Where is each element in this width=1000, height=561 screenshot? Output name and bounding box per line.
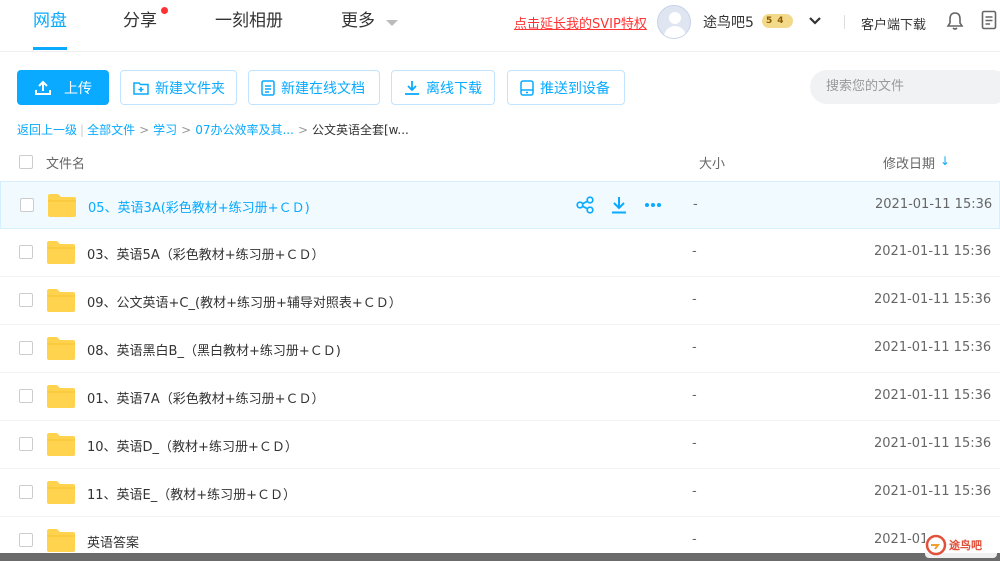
back-link[interactable]: 返回上一级 <box>17 123 77 137</box>
level-badge: 54 <box>762 14 793 28</box>
file-name[interactable]: 09、公文英语+C_(教材+练习册+辅导对照表+ＣＤ） <box>87 292 402 311</box>
file-size: - <box>692 340 697 355</box>
top-navigation: 网盘 分享 一刻相册 更多 点击延长我的SVIP特权 途鸟吧5 54 客户端下载 <box>0 0 1000 52</box>
folder-icon <box>47 433 75 456</box>
push-to-device-button[interactable]: 推送到设备 <box>507 70 625 105</box>
column-name[interactable]: 文件名 <box>46 153 85 172</box>
new-folder-button[interactable]: 新建文件夹 <box>120 70 237 105</box>
folder-icon <box>47 289 75 312</box>
row-checkbox[interactable] <box>19 389 33 403</box>
file-size: - <box>692 292 697 307</box>
file-name[interactable]: 11、英语E_（教材+练习册+ＣＤ） <box>87 484 296 503</box>
file-modified: 2021-01-11 15:36 <box>874 340 992 355</box>
new-doc-icon <box>261 79 275 96</box>
file-modified: 2021-01-11 15:36 <box>874 244 992 259</box>
watermark-text: 途鸟吧 <box>949 539 982 552</box>
user-menu-chevron-icon[interactable] <box>808 14 822 30</box>
new-folder-label: 新建文件夹 <box>155 80 225 97</box>
folder-icon <box>47 337 75 360</box>
avatar[interactable] <box>657 5 691 39</box>
row-checkbox[interactable] <box>20 198 34 212</box>
table-row[interactable]: 10、英语D_（教材+练习册+ＣＤ） - 2021-01-11 15:36 <box>0 421 1000 469</box>
row-checkbox[interactable] <box>19 245 33 259</box>
table-row[interactable]: 11、英语E_（教材+练习册+ＣＤ） - 2021-01-11 15:36 <box>0 469 1000 517</box>
horizontal-scrollbar[interactable] <box>0 553 1000 561</box>
file-size: - <box>693 197 698 212</box>
folder-icon <box>47 481 75 504</box>
breadcrumb-item[interactable]: 07办公效率及其... <box>195 123 294 137</box>
notification-dot <box>161 7 168 14</box>
new-folder-icon <box>133 81 149 95</box>
device-icon <box>520 79 534 96</box>
username[interactable]: 途鸟吧5 <box>703 12 754 32</box>
folder-icon <box>48 194 76 217</box>
file-name[interactable]: 英语答案 <box>87 532 139 551</box>
client-download-link[interactable]: 客户端下载 <box>861 14 926 33</box>
breadcrumb-item[interactable]: 学习 <box>153 123 177 137</box>
file-modified: 2021-01-11 15:36 <box>874 292 992 307</box>
table-header: 文件名 大小 修改日期 ↓ <box>0 145 1000 180</box>
table-row[interactable]: 08、英语黑白B_（黑白教材+练习册+ＣＤ) - 2021-01-11 15:3… <box>0 325 1000 373</box>
row-checkbox[interactable] <box>19 485 33 499</box>
column-size[interactable]: 大小 <box>699 153 725 172</box>
file-size: - <box>692 532 697 547</box>
table-row[interactable]: 03、英语5A（彩色教材+练习册+ＣＤ） - 2021-01-11 15:36 <box>0 229 1000 277</box>
document-icon[interactable] <box>981 10 997 30</box>
new-online-doc-label: 新建在线文档 <box>281 80 365 97</box>
bell-icon[interactable] <box>946 11 964 31</box>
file-name[interactable]: 10、英语D_（教材+练习册+ＣＤ） <box>87 436 298 455</box>
upload-icon <box>35 80 51 95</box>
watermark: 途鸟吧 <box>925 532 997 558</box>
divider <box>844 15 845 29</box>
file-size: - <box>692 484 697 499</box>
table-row[interactable]: 09、公文英语+C_(教材+练习册+辅导对照表+ＣＤ） - 2021-01-11… <box>0 277 1000 325</box>
select-all-checkbox[interactable] <box>19 155 33 169</box>
file-modified: 2021-01-11 15:36 <box>875 197 993 212</box>
new-online-doc-button[interactable]: 新建在线文档 <box>248 70 380 105</box>
folder-icon <box>47 529 75 552</box>
breadcrumb-item[interactable]: 全部文件 <box>87 123 135 137</box>
file-name[interactable]: 08、英语黑白B_（黑白教材+练习册+ＣＤ) <box>87 340 341 359</box>
breadcrumb: 返回上一级 | 全部文件 > 学习 >07办公效率及其... > 公文英语全套[w... <box>17 123 409 137</box>
sort-down-icon[interactable]: ↓ <box>940 154 950 168</box>
file-name[interactable]: 05、英语3A(彩色教材+练习册+ＣＤ) <box>88 197 310 216</box>
offline-download-label: 离线下载 <box>426 80 482 97</box>
tab-album[interactable]: 一刻相册 <box>215 10 283 32</box>
table-row[interactable]: 05、英语3A(彩色教材+练习册+ＣＤ) - 2021-01-11 15:36 <box>0 181 1000 229</box>
more-options-icon[interactable] <box>643 195 663 215</box>
download-icon[interactable] <box>609 195 629 215</box>
folder-icon <box>47 385 75 408</box>
row-checkbox[interactable] <box>19 341 33 355</box>
share-icon[interactable] <box>575 195 595 215</box>
file-size: - <box>692 244 697 259</box>
upload-label: 上传 <box>64 80 92 97</box>
tab-more[interactable]: 更多 <box>341 10 375 32</box>
file-name[interactable]: 03、英语5A（彩色教材+练习册+ＣＤ） <box>87 244 325 263</box>
chevron-down-icon[interactable] <box>386 20 398 26</box>
tab-share[interactable]: 分享 <box>123 10 157 32</box>
upload-button[interactable]: 上传 <box>17 70 109 105</box>
row-checkbox[interactable] <box>19 533 33 547</box>
file-size: - <box>692 436 697 451</box>
file-name[interactable]: 01、英语7A（彩色教材+练习册+ＣＤ） <box>87 388 325 407</box>
table-row[interactable]: 01、英语7A（彩色教材+练习册+ＣＤ） - 2021-01-11 15:36 <box>0 373 1000 421</box>
tab-netdisk[interactable]: 网盘 <box>33 10 67 50</box>
folder-icon <box>47 241 75 264</box>
row-checkbox[interactable] <box>19 437 33 451</box>
file-modified: 2021-01-11 15:36 <box>874 388 992 403</box>
row-actions <box>575 195 663 215</box>
offline-download-button[interactable]: 离线下载 <box>391 70 495 105</box>
push-to-device-label: 推送到设备 <box>540 80 610 97</box>
file-modified: 2021-01-11 15:36 <box>874 436 992 451</box>
watermark-logo-icon <box>925 534 947 556</box>
file-modified: 2021-01-11 15:36 <box>874 484 992 499</box>
file-size: - <box>692 388 697 403</box>
breadcrumb-current: 公文英语全套[w... <box>312 123 409 137</box>
svip-renew-link[interactable]: 点击延长我的SVIP特权 <box>514 13 647 32</box>
search-input[interactable]: 搜索您的文件 <box>810 70 1000 104</box>
row-checkbox[interactable] <box>19 293 33 307</box>
download-icon <box>405 80 419 95</box>
column-modified[interactable]: 修改日期 <box>883 153 935 172</box>
